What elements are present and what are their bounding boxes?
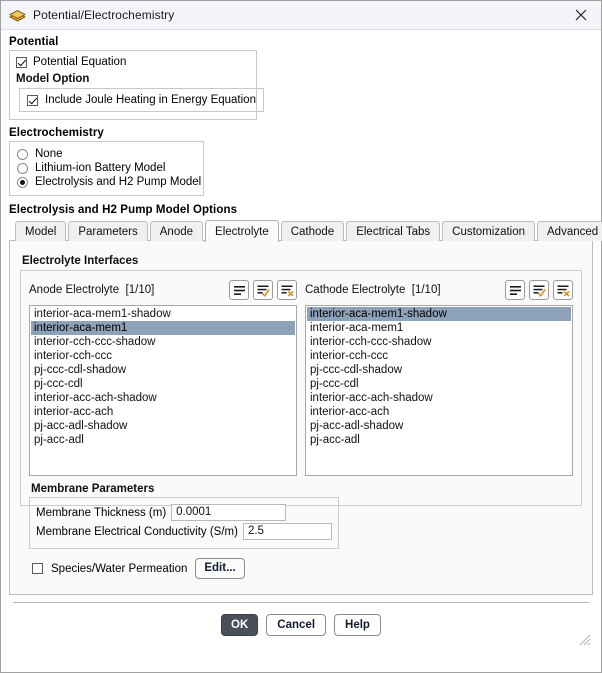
list-item[interactable]: interior-aca-mem1 — [307, 321, 571, 335]
radio-lithium-ion-label: Lithium-ion Battery Model — [35, 162, 166, 174]
anode-list-select-all-icon[interactable] — [253, 280, 273, 300]
tab-electrolyte[interactable]: Electrolyte — [205, 220, 279, 242]
cathode-label-text: Cathode Electrolyte — [305, 284, 406, 296]
list-item[interactable]: pj-ccc-cdl — [31, 377, 295, 391]
electrolyte-interfaces-title: Electrolyte Interfaces — [22, 255, 139, 267]
cancel-button[interactable]: Cancel — [266, 614, 327, 636]
cathode-electrolyte-label: Cathode Electrolyte [1/10] — [305, 284, 501, 296]
list-item[interactable]: pj-acc-adl-shadow — [307, 419, 571, 433]
tab-model[interactable]: Model — [15, 221, 67, 241]
radio-option-none[interactable]: None — [17, 148, 197, 160]
tab-customization[interactable]: Customization — [442, 221, 536, 241]
species-water-permeation-checkbox[interactable] — [32, 563, 43, 574]
list-item[interactable]: interior-aca-mem1-shadow — [31, 307, 295, 321]
edit-button[interactable]: Edit... — [195, 558, 245, 579]
electrolyte-tab-panel: Electrolyte Interfaces Anode Electrolyte… — [9, 240, 593, 595]
tab-parameters[interactable]: Parameters — [68, 221, 148, 241]
list-item[interactable]: pj-ccc-cdl — [307, 377, 571, 391]
radio-lithium-ion[interactable] — [17, 162, 28, 174]
membrane-thickness-input[interactable]: 0.0001 — [171, 504, 287, 521]
potential-equation-label: Potential Equation — [33, 56, 127, 68]
cathode-electrolyte-listbox[interactable]: interior-aca-mem1-shadow interior-aca-me… — [305, 305, 573, 476]
model-option-label: Model Option — [16, 73, 90, 85]
cathode-list-header: Cathode Electrolyte [1/10] — [305, 279, 573, 301]
list-item[interactable]: pj-acc-adl — [31, 433, 295, 447]
dialog-footer: OK Cancel Help — [9, 603, 593, 647]
window-title: Potential/Electrochemistry — [33, 8, 175, 22]
anode-list-header: Anode Electrolyte [1/10] — [29, 279, 297, 301]
cathode-list-deselect-all-icon[interactable] — [553, 280, 573, 300]
joule-heating-panel: Include Joule Heating in Energy Equation — [19, 88, 264, 112]
list-item[interactable]: interior-cch-ccc-shadow — [31, 335, 295, 349]
list-item[interactable]: interior-cch-ccc — [307, 349, 571, 363]
membrane-parameters-title: Membrane Parameters — [31, 483, 155, 495]
interface-lists: Anode Electrolyte [1/10] interior-aca-me… — [29, 279, 573, 476]
list-item[interactable]: interior-acc-ach — [307, 405, 571, 419]
anode-count: [1/10] — [125, 284, 155, 296]
list-item[interactable]: interior-acc-ach — [31, 405, 295, 419]
list-item[interactable]: interior-acc-ach-shadow — [307, 391, 571, 405]
list-item[interactable]: interior-cch-ccc — [31, 349, 295, 363]
radio-option-electrolysis[interactable]: Electrolysis and H2 Pump Model — [17, 176, 201, 188]
help-button[interactable]: Help — [334, 614, 381, 636]
cathode-list-icon[interactable] — [505, 280, 525, 300]
fluent-mesh-icon — [9, 8, 26, 23]
tab-electrical-tabs[interactable]: Electrical Tabs — [346, 221, 441, 241]
tab-strip: Model Parameters Anode Electrolyte Catho… — [9, 219, 602, 242]
cathode-electrolyte-column: Cathode Electrolyte [1/10] interior-aca-… — [305, 279, 573, 476]
species-water-permeation-row: Species/Water Permeation Edit... — [32, 558, 573, 579]
radio-none-label: None — [35, 148, 63, 160]
potential-equation-row[interactable]: Potential Equation — [16, 56, 250, 68]
potential-equation-checkbox[interactable] — [16, 56, 27, 68]
dialog-window: Potential/Electrochemistry Potential Pot… — [0, 0, 602, 673]
potential-group-label: Potential — [9, 36, 59, 48]
electrochemistry-panel: None Lithium-ion Battery Model Electroly… — [9, 141, 204, 196]
cathode-count: [1/10] — [411, 284, 441, 296]
membrane-thickness-label: Membrane Thickness (m) — [36, 506, 167, 519]
anode-list-deselect-all-icon[interactable] — [277, 280, 297, 300]
list-item[interactable]: interior-aca-mem1-shadow — [307, 307, 571, 321]
list-item[interactable]: pj-ccc-cdl-shadow — [307, 363, 571, 377]
title-bar: Potential/Electrochemistry — [1, 1, 601, 30]
list-item[interactable]: interior-cch-ccc-shadow — [307, 335, 571, 349]
anode-electrolyte-listbox[interactable]: interior-aca-mem1-shadow interior-aca-me… — [29, 305, 297, 476]
close-icon[interactable] — [561, 1, 601, 29]
species-water-permeation-label: Species/Water Permeation — [51, 562, 188, 575]
list-item[interactable]: interior-aca-mem1 — [31, 321, 295, 335]
radio-electrolysis[interactable] — [17, 176, 28, 188]
list-item[interactable]: pj-ccc-cdl-shadow — [31, 363, 295, 377]
list-item[interactable]: pj-acc-adl — [307, 433, 571, 447]
radio-electrolysis-label: Electrolysis and H2 Pump Model — [35, 176, 202, 188]
anode-electrolyte-label: Anode Electrolyte [1/10] — [29, 284, 225, 296]
membrane-parameters-panel: Membrane Thickness (m) 0.0001 Membrane E… — [29, 497, 339, 549]
anode-list-icon[interactable] — [229, 280, 249, 300]
membrane-conductivity-label: Membrane Electrical Conductivity (S/m) — [36, 525, 238, 538]
cathode-list-select-all-icon[interactable] — [529, 280, 549, 300]
ok-button[interactable]: OK — [221, 614, 259, 636]
membrane-conductivity-input[interactable]: 2.5 — [242, 523, 332, 540]
radio-option-lithium-ion[interactable]: Lithium-ion Battery Model — [17, 162, 197, 174]
list-item[interactable]: pj-acc-adl-shadow — [31, 419, 295, 433]
anode-label-text: Anode Electrolyte — [29, 284, 120, 296]
dialog-content: Potential Potential Equation Model Optio… — [1, 30, 602, 672]
potential-panel: Potential Equation Model Option Include … — [9, 50, 264, 120]
tab-advanced[interactable]: Advanced — [537, 221, 602, 241]
joule-heating-label: Include Joule Heating in Energy Equation — [45, 94, 256, 106]
joule-heating-checkbox[interactable] — [27, 94, 38, 106]
radio-none[interactable] — [17, 148, 28, 160]
tab-anode[interactable]: Anode — [149, 221, 204, 241]
resize-grip-icon[interactable] — [577, 632, 591, 646]
membrane-thickness-row: Membrane Thickness (m) 0.0001 — [36, 504, 332, 521]
tab-cathode[interactable]: Cathode — [280, 221, 345, 241]
list-item[interactable]: interior-acc-ach-shadow — [31, 391, 295, 405]
anode-electrolyte-column: Anode Electrolyte [1/10] interior-aca-me… — [29, 279, 297, 476]
electrolyte-interfaces-panel: Anode Electrolyte [1/10] interior-aca-me… — [20, 270, 582, 579]
membrane-conductivity-row: Membrane Electrical Conductivity (S/m) 2… — [36, 523, 332, 540]
electrochemistry-group-label: Electrochemistry — [9, 127, 104, 139]
options-section-title: Electrolysis and H2 Pump Model Options — [9, 204, 238, 216]
